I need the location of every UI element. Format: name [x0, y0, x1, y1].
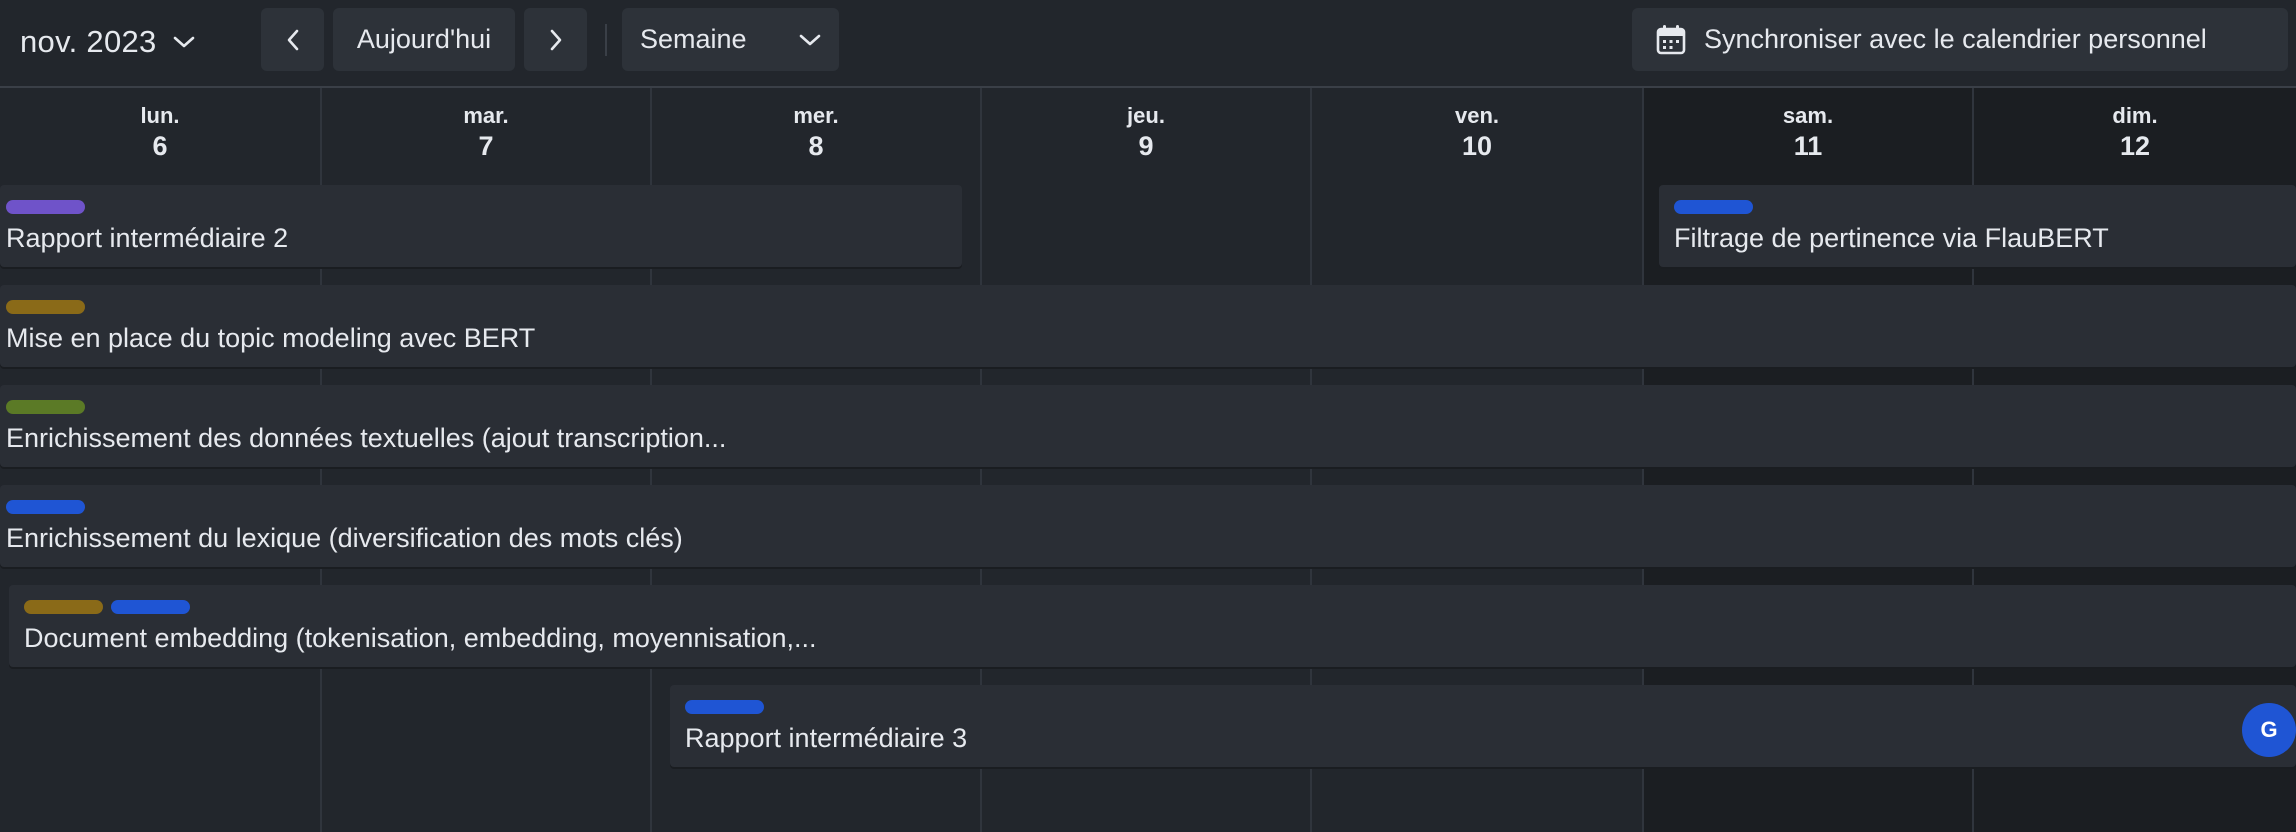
- day-header: mar. 7: [322, 102, 650, 162]
- tag-pill: [6, 500, 85, 514]
- tag-pill: [6, 300, 85, 314]
- calendar-toolbar: nov. 2023 Aujourd'hui Semaine Synchronis…: [0, 0, 2296, 88]
- month-selector[interactable]: nov. 2023: [20, 18, 195, 66]
- event-tags: [6, 300, 85, 314]
- day-name: ven.: [1454, 103, 1500, 128]
- day-header: ven. 10: [1312, 102, 1642, 162]
- event-title: Document embedding (tokenisation, embedd…: [24, 623, 817, 653]
- view-selector[interactable]: Semaine: [622, 8, 839, 71]
- sync-calendar-button[interactable]: Synchroniser avec le calendrier personne…: [1632, 8, 2288, 71]
- event-card[interactable]: Enrichissement du lexique (diversificati…: [0, 485, 2296, 567]
- event-card[interactable]: Mise en place du topic modeling avec BER…: [0, 285, 2296, 367]
- event-tags: [1674, 200, 1753, 214]
- event-card[interactable]: Rapport intermédiaire 3 G: [670, 685, 2296, 767]
- day-name: sam.: [1782, 103, 1834, 128]
- event-card[interactable]: Document embedding (tokenisation, embedd…: [9, 585, 2296, 667]
- event-card[interactable]: Filtrage de pertinence via FlauBERT: [1659, 185, 2296, 267]
- view-label: Semaine: [640, 24, 747, 54]
- day-date: 11: [1793, 131, 1823, 161]
- day-date: 12: [2119, 131, 2151, 161]
- chevron-down-icon: [799, 34, 821, 45]
- event-tags: [6, 500, 85, 514]
- tag-pill: [1674, 200, 1753, 214]
- tag-pill: [6, 200, 85, 214]
- day-header: mer. 8: [652, 102, 980, 162]
- day-name: mer.: [793, 103, 839, 128]
- tag-pill: [685, 700, 764, 714]
- avatar[interactable]: G: [2242, 703, 2296, 757]
- day-date: 6: [152, 131, 168, 161]
- event-title: Mise en place du topic modeling avec BER…: [6, 323, 536, 353]
- day-header: sam. 11: [1644, 102, 1972, 162]
- calendar-icon: [1656, 24, 1686, 54]
- day-name: dim.: [2112, 103, 2158, 128]
- event-card[interactable]: Enrichissement des données textuelles (a…: [0, 385, 2296, 467]
- event-tags: [24, 600, 190, 614]
- previous-week-button[interactable]: [261, 8, 324, 71]
- event-tags: [685, 700, 764, 714]
- day-date: 10: [1461, 131, 1493, 161]
- next-week-button[interactable]: [524, 8, 587, 71]
- day-name: mar.: [463, 103, 509, 128]
- event-title: Filtrage de pertinence via FlauBERT: [1674, 223, 2109, 253]
- day-header: lun. 6: [0, 102, 320, 162]
- event-tags: [6, 400, 85, 414]
- tag-pill: [111, 600, 190, 614]
- day-date: 7: [478, 131, 494, 161]
- week-grid: lun. 6 mar. 7 mer. 8 jeu. 9 ven. 10 sam.…: [0, 88, 2296, 832]
- event-title: Enrichissement des données textuelles (a…: [6, 423, 727, 453]
- sync-label: Synchroniser avec le calendrier personne…: [1704, 24, 2207, 54]
- day-name: jeu.: [1127, 103, 1165, 128]
- event-tags: [6, 200, 85, 214]
- day-header: jeu. 9: [982, 102, 1310, 162]
- event-title: Enrichissement du lexique (diversificati…: [6, 523, 683, 553]
- day-name: lun.: [140, 103, 180, 128]
- month-label: nov. 2023: [20, 24, 157, 59]
- event-title: Rapport intermédiaire 2: [6, 223, 289, 253]
- event-card[interactable]: Rapport intermédiaire 2: [0, 185, 962, 267]
- chevron-down-icon: [173, 35, 195, 49]
- tag-pill: [6, 400, 85, 414]
- chevron-left-icon: [287, 29, 298, 50]
- today-button[interactable]: Aujourd'hui: [333, 8, 515, 71]
- event-title: Rapport intermédiaire 3: [685, 723, 968, 753]
- toolbar-divider: [605, 24, 607, 56]
- day-date: 9: [1138, 131, 1154, 161]
- chevron-right-icon: [550, 29, 561, 50]
- tag-pill: [24, 600, 103, 614]
- day-header: dim. 12: [1974, 102, 2296, 162]
- day-date: 8: [808, 131, 824, 161]
